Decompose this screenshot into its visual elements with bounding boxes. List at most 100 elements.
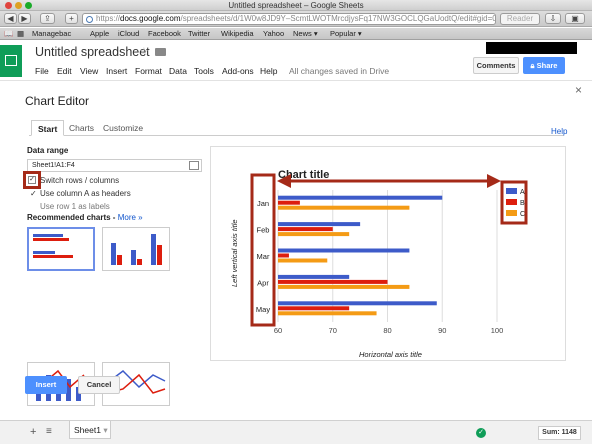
grid-icon[interactable]: ▦ [17, 29, 24, 38]
bookmark-link[interactable]: Managebac [32, 29, 71, 38]
url-path: /spreadsheets/d/1W0w8JD9Y–ScmtLWOTMrcdjy… [180, 14, 496, 23]
annotation-box-checkbox [23, 171, 41, 189]
insert-button[interactable]: Insert [25, 376, 67, 394]
tab-start[interactable]: Start [31, 120, 65, 136]
menu-data[interactable]: Data [169, 66, 187, 76]
add-sheet-icon[interactable]: + [30, 426, 36, 438]
dialog-title: Chart Editor [25, 94, 90, 108]
category-label: Jan [257, 199, 269, 208]
more-charts-link[interactable]: More » [118, 213, 143, 222]
bar-may-a[interactable] [278, 301, 437, 306]
explore-icon[interactable]: ✓ [476, 428, 486, 438]
y-axis-title: Left vertical axis title [230, 219, 239, 287]
bar-mar-b[interactable] [278, 253, 289, 258]
downloads-button[interactable]: ⇩ [545, 13, 561, 24]
bar-chart-thumbnail-icon [33, 234, 73, 258]
menu-format[interactable]: Format [135, 66, 162, 76]
x-tick-label: 90 [438, 326, 446, 335]
legend-swatch-a [506, 188, 517, 194]
annotation-arrowhead-right [487, 174, 501, 188]
menu-view[interactable]: View [80, 66, 98, 76]
bookmarks-icon[interactable]: 📖 [4, 29, 13, 38]
sheet-list-icon[interactable]: ≡ [46, 426, 52, 437]
sheet-tab[interactable]: Sheet1 ▾ [69, 421, 111, 439]
menu-insert[interactable]: Insert [106, 66, 127, 76]
bar-feb-a[interactable] [278, 222, 361, 227]
menu-file[interactable]: File [35, 66, 49, 76]
data-range-input[interactable]: Sheet1!A1:F4 [27, 159, 202, 172]
check-icon[interactable]: ✓ [30, 189, 37, 198]
globe-icon [86, 16, 93, 23]
menu-edit[interactable]: Edit [57, 66, 72, 76]
bar-jan-b[interactable] [278, 200, 300, 205]
help-link[interactable]: Help [551, 127, 567, 136]
bar-may-c[interactable] [278, 311, 377, 316]
sum-indicator[interactable]: Sum: 1148 [538, 426, 581, 440]
bar-feb-c[interactable] [278, 232, 350, 237]
bar-apr-a[interactable] [278, 274, 350, 279]
cancel-button[interactable]: Cancel [78, 376, 120, 394]
bar-apr-c[interactable] [278, 284, 410, 289]
bar-may-b[interactable] [278, 306, 350, 311]
back-button[interactable]: ◀ [4, 13, 17, 24]
new-tab-button[interactable]: + [65, 13, 78, 24]
bar-mar-c[interactable] [278, 258, 328, 263]
comments-button[interactable]: Comments [473, 57, 519, 74]
bookmarks-bar: 📖 ▦ Managebac Apple iCloud Facebook Twit… [0, 28, 592, 40]
x-tick-label: 100 [491, 326, 504, 335]
bookmark-link[interactable]: Wikipedia [221, 29, 254, 38]
back-arrow-icon: ◀ [7, 14, 14, 23]
redacted-account [486, 42, 577, 54]
bar-jan-c[interactable] [278, 205, 410, 210]
bookmark-link[interactable]: Yahoo [263, 29, 284, 38]
address-bar[interactable]: https://docs.google.com/spreadsheets/d/1… [82, 13, 496, 25]
select-range-icon[interactable] [189, 161, 199, 170]
legend-swatch-c [506, 210, 517, 216]
thumb-bar-chart[interactable] [27, 227, 95, 271]
legend-label: A [520, 189, 525, 196]
reader-button[interactable]: Reader [500, 13, 540, 25]
bookmark-link[interactable]: iCloud [118, 29, 139, 38]
share-page-button[interactable]: ⇪ [40, 13, 55, 24]
column-chart-thumbnail-icon [111, 234, 162, 265]
bookmark-link[interactable]: News ▾ [293, 29, 318, 38]
bar-mar-a[interactable] [278, 248, 410, 253]
chevron-down-icon[interactable]: ▾ [103, 425, 107, 435]
chart-editor-dialog: Chart Editor × Start Charts Customize He… [0, 82, 592, 412]
category-label: Apr [257, 278, 269, 287]
recommended-charts-text: Recommended charts - [27, 213, 118, 222]
thumb-column-chart[interactable] [102, 227, 170, 271]
use-column-a-label: Use column A as headers [40, 189, 131, 198]
document-title[interactable]: Untitled spreadsheet [35, 45, 150, 59]
x-axis-title: Horizontal axis title [359, 350, 422, 359]
share-page-icon: ⇪ [44, 14, 51, 23]
close-icon[interactable]: × [575, 83, 582, 97]
bar-apr-b[interactable] [278, 279, 388, 284]
menu-addons[interactable]: Add-ons [222, 66, 254, 76]
star-icon[interactable]: ☆ [139, 45, 149, 58]
menu-tools[interactable]: Tools [194, 66, 214, 76]
category-label: May [256, 305, 270, 314]
annotation-box-categories [250, 173, 276, 327]
bar-jan-a[interactable] [278, 195, 443, 200]
tab-charts[interactable]: Charts [63, 120, 100, 136]
bookmark-link[interactable]: Apple [90, 29, 109, 38]
sheet-tab-label: Sheet1 [74, 425, 101, 435]
tabs-overview-button[interactable]: ▣ [565, 13, 585, 24]
bar-feb-b[interactable] [278, 227, 333, 232]
forward-button[interactable]: ▶ [18, 13, 31, 24]
folder-icon[interactable] [155, 48, 166, 56]
menu-help[interactable]: Help [260, 66, 277, 76]
bookmark-link[interactable]: Popular ▾ [330, 29, 362, 38]
bookmark-link[interactable]: Facebook [148, 29, 181, 38]
bookmark-link[interactable]: Twitter [188, 29, 210, 38]
tab-customize[interactable]: Customize [97, 120, 149, 136]
save-status: All changes saved in Drive [289, 66, 390, 76]
category-label: Feb [257, 226, 270, 235]
tabs-icon: ▣ [571, 14, 579, 23]
sheets-logo-icon[interactable] [0, 45, 22, 77]
share-button[interactable]: 🔒︎ Share [523, 57, 565, 74]
plus-icon: + [69, 14, 74, 23]
window-titlebar: Untitled spreadsheet – Google Sheets [0, 0, 592, 11]
url-prefix: https:// [96, 14, 121, 23]
